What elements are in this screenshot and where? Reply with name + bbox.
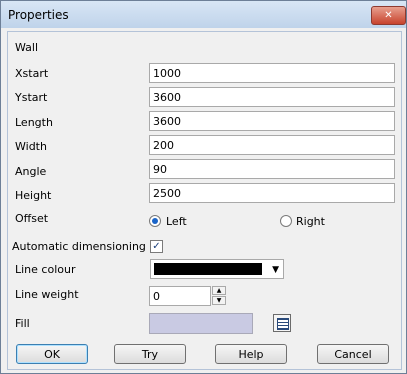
line-colour-swatch bbox=[154, 263, 262, 275]
fill-label: Fill bbox=[15, 317, 30, 330]
ystart-label: Ystart bbox=[15, 91, 48, 104]
fill-picker-button[interactable] bbox=[273, 314, 291, 332]
try-button[interactable]: Try bbox=[114, 344, 186, 364]
offset-left-label[interactable]: Left bbox=[166, 215, 187, 228]
xstart-input[interactable] bbox=[149, 63, 395, 83]
auto-dimensioning-checkbox[interactable]: ✓ bbox=[150, 240, 163, 253]
offset-right-radio[interactable] bbox=[280, 215, 292, 227]
close-icon: ✕ bbox=[384, 10, 393, 21]
dialog-body: Wall Xstart Ystart Length Width Angle He… bbox=[7, 31, 402, 370]
help-button[interactable]: Help bbox=[215, 344, 287, 364]
length-label: Length bbox=[15, 116, 53, 129]
offset-label: Offset bbox=[15, 212, 49, 225]
height-label: Height bbox=[15, 189, 52, 202]
chevron-down-icon: ▼ bbox=[272, 265, 279, 275]
spin-down-icon[interactable]: ▼ bbox=[212, 296, 226, 305]
window-title: Properties bbox=[8, 8, 69, 22]
xstart-label: Xstart bbox=[15, 67, 49, 80]
line-weight-spinner[interactable]: ▲ ▼ bbox=[212, 286, 226, 306]
offset-right-label[interactable]: Right bbox=[296, 215, 325, 228]
width-input[interactable] bbox=[149, 135, 395, 155]
close-button[interactable]: ✕ bbox=[371, 6, 406, 25]
ystart-input[interactable] bbox=[149, 87, 395, 107]
fill-color-box[interactable] bbox=[149, 313, 253, 334]
offset-left-radio[interactable] bbox=[149, 215, 161, 227]
auto-dimensioning-label: Automatic dimensioning bbox=[12, 240, 146, 253]
ok-button[interactable]: OK bbox=[16, 344, 88, 364]
cancel-button[interactable]: Cancel bbox=[317, 344, 389, 364]
line-weight-input[interactable] bbox=[149, 286, 211, 306]
line-colour-dropdown[interactable]: ▼ bbox=[150, 259, 284, 279]
length-input[interactable] bbox=[149, 111, 395, 131]
section-title: Wall bbox=[15, 41, 39, 54]
spin-up-icon[interactable]: ▲ bbox=[212, 286, 226, 295]
line-weight-label: Line weight bbox=[15, 288, 79, 301]
width-label: Width bbox=[15, 140, 47, 153]
line-colour-label: Line colour bbox=[15, 263, 76, 276]
properties-dialog: Properties ✕ Wall Xstart Ystart Length W… bbox=[0, 0, 407, 374]
grid-icon bbox=[277, 318, 289, 330]
angle-label: Angle bbox=[15, 165, 47, 178]
height-input[interactable] bbox=[149, 183, 395, 203]
angle-input[interactable] bbox=[149, 159, 395, 179]
title-bar[interactable]: Properties ✕ bbox=[1, 1, 406, 28]
